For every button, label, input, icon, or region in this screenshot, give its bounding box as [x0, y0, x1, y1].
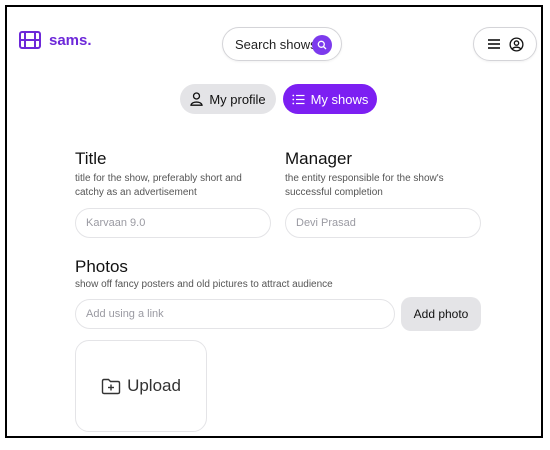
manager-field-description: the entity responsible for the show's su…: [285, 173, 444, 198]
user-circle-icon: [508, 36, 524, 52]
tab-my-shows-label: My shows: [310, 91, 369, 107]
folder-plus-icon: [101, 378, 121, 394]
photo-link-input[interactable]: Add using a link: [75, 299, 395, 329]
film-icon: [19, 31, 41, 49]
search-shows-button[interactable]: Search shows: [222, 27, 342, 61]
tab-my-profile[interactable]: My profile: [180, 84, 276, 114]
title-field-label: Title: [75, 149, 107, 168]
logo[interactable]: sams.: [19, 31, 92, 49]
list-icon: [291, 94, 305, 104]
title-field-description: title for the show, preferably short and…: [75, 173, 242, 198]
user-menu-button[interactable]: [473, 27, 537, 61]
upload-dropzone[interactable]: Upload: [75, 340, 207, 432]
user-icon: [190, 92, 204, 106]
add-photo-button[interactable]: Add photo: [401, 297, 481, 331]
logo-text: sams.: [49, 31, 92, 49]
photo-link-placeholder: Add using a link: [86, 308, 164, 320]
upload-label: Upload: [127, 376, 181, 395]
title-input-placeholder: Karvaan 9.0: [86, 217, 146, 229]
manager-field-label: Manager: [285, 149, 353, 168]
manager-input[interactable]: Devi Prasad: [285, 208, 481, 238]
photos-field-label: Photos: [75, 257, 128, 276]
title-input[interactable]: Karvaan 9.0: [75, 208, 271, 238]
search-label: Search shows: [235, 36, 317, 52]
tab-my-shows[interactable]: My shows: [283, 84, 377, 114]
search-icon: [312, 35, 332, 55]
hamburger-icon: [487, 39, 500, 49]
app-window: sams. Search shows My profile My shows T…: [5, 5, 543, 438]
photos-field-description: show off fancy posters and old pictures …: [75, 279, 333, 290]
manager-input-placeholder: Devi Prasad: [296, 217, 356, 229]
tab-my-profile-label: My profile: [209, 91, 266, 107]
